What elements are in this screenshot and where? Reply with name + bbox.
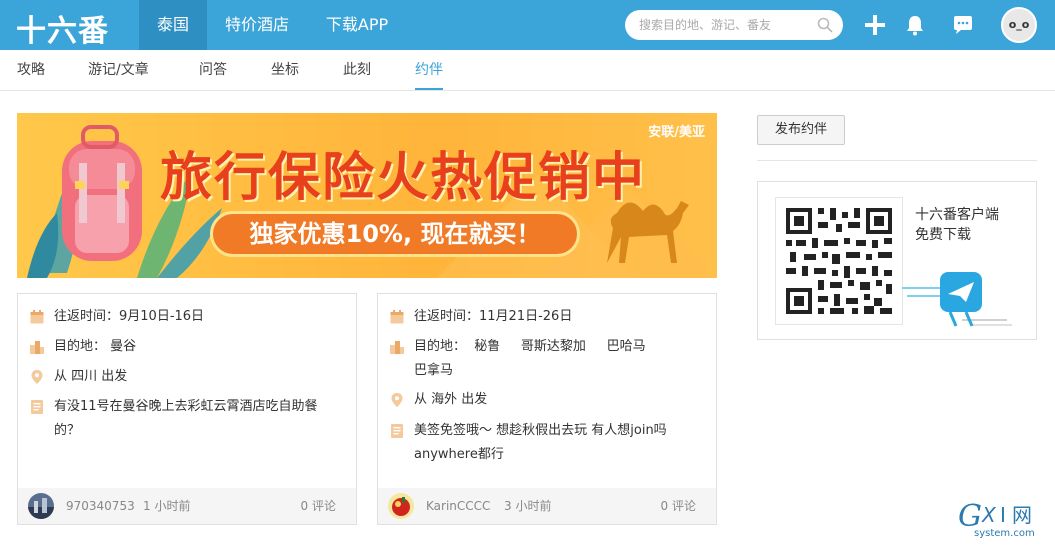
subnav-coordinates[interactable]: 坐标: [271, 50, 299, 90]
banner-subtitle: 独家优惠10%, 现在就买！: [249, 220, 541, 248]
nav-item-thailand[interactable]: 泰国: [139, 0, 207, 50]
app-download-box: 十六番客户端 免费下载: [757, 181, 1037, 340]
insurance-promo-banner[interactable]: 安联/美亚 旅行保险火热促销中 独家优惠10%, 现在就买！: [17, 113, 717, 278]
card-destination: 目的地： 曼谷: [54, 339, 137, 354]
app-qr-code[interactable]: [775, 197, 903, 325]
note-icon: [391, 424, 403, 438]
site-watermark: G X I 网 system.com: [958, 496, 1053, 541]
svg-text:网: 网: [1012, 503, 1032, 527]
subnav-travelogues[interactable]: 游记/文章: [88, 50, 149, 90]
subnav-qa[interactable]: 问答: [199, 50, 227, 90]
card-footer: 970340753 1 小时前 0 评论: [18, 488, 356, 524]
subnav-moments[interactable]: 此刻: [343, 50, 371, 90]
svg-text:X: X: [981, 503, 997, 527]
note-icon: [31, 400, 43, 414]
post-time: 1 小时前: [143, 499, 191, 513]
svg-text:system.com: system.com: [974, 528, 1035, 539]
poster-avatar[interactable]: [388, 493, 414, 519]
nav-item-special-hotels[interactable]: 特价酒店: [215, 0, 299, 50]
publish-travel-buddy-button[interactable]: 发布约伴: [757, 115, 845, 145]
nav-item-download-app[interactable]: 下载APP: [314, 0, 400, 50]
card-description-cont: 的？: [54, 423, 81, 438]
card-date: 往返时间：11月21日-26日: [414, 309, 573, 324]
search-icon[interactable]: [817, 17, 833, 33]
card-destination-cont: 巴拿马: [414, 363, 454, 378]
card-footer: KarinCCCC 3 小时前 0 评论: [378, 488, 716, 524]
building-icon: [390, 341, 404, 354]
card-destination: 目的地： 秘鲁 哥斯达黎加 巴哈马: [414, 339, 646, 354]
location-pin-icon: [391, 393, 403, 407]
site-logo[interactable]: 十六番: [16, 6, 109, 50]
travel-buddy-card[interactable]: 往返时间：11月21日-26日 目的地： 秘鲁 哥斯达黎加 巴哈马 巴拿马 从 …: [377, 293, 717, 525]
plus-icon[interactable]: [863, 13, 887, 37]
card-origin: 从 海外 出发: [414, 392, 488, 407]
poster-avatar[interactable]: [28, 493, 54, 519]
comment-count[interactable]: 0 评论: [301, 488, 336, 524]
user-avatar[interactable]: o_o: [1001, 7, 1037, 43]
subnav-guides[interactable]: 攻略: [17, 50, 45, 90]
svg-text:I: I: [1000, 503, 1006, 527]
calendar-icon: [390, 310, 404, 324]
bell-icon[interactable]: [903, 13, 927, 37]
post-time: 3 小时前: [504, 499, 552, 513]
sidebar-divider: [757, 160, 1037, 161]
qr-code-image: [776, 198, 902, 324]
subnav-travel-buddy[interactable]: 约伴: [415, 50, 443, 90]
top-navigation-bar: 十六番 泰国 特价酒店 下载APP o_o: [0, 0, 1055, 50]
sub-navigation: 攻略 游记/文章 问答 坐标 此刻 约伴: [0, 50, 1055, 91]
travel-buddy-card[interactable]: 往返时间：9月10日-16日 目的地： 曼谷 从 四川 出发 有没11号在曼谷晚…: [17, 293, 357, 525]
banner-title: 旅行保险火热促销中: [160, 148, 647, 208]
poster-username[interactable]: KarinCCCC: [426, 488, 490, 524]
card-date: 往返时间：9月10日-16日: [54, 309, 205, 324]
calendar-icon: [30, 310, 44, 324]
banner-cta-pill[interactable]: 独家优惠10%, 现在就买！: [210, 211, 580, 257]
comment-count[interactable]: 0 评论: [661, 488, 696, 524]
app-download-icon[interactable]: [902, 268, 1012, 328]
card-description-cont: anywhere都行: [414, 447, 504, 462]
app-free-download-label[interactable]: 免费下载: [915, 224, 971, 244]
search-box: [625, 10, 843, 40]
card-origin: 从 四川 出发: [54, 369, 128, 384]
app-client-label: 十六番客户端: [915, 207, 999, 223]
card-description: 美签免签哦～ 想趁秋假出去玩 有人想join吗: [414, 423, 667, 438]
location-pin-icon: [31, 370, 43, 384]
message-icon[interactable]: [951, 13, 975, 37]
search-input[interactable]: [639, 10, 814, 40]
card-description: 有没11号在曼谷晚上去彩虹云霄酒店吃自助餐: [54, 399, 318, 414]
banner-insurer-label: 安联/美亚: [648, 125, 705, 140]
poster-username[interactable]: 970340753: [66, 488, 135, 524]
building-icon: [30, 341, 44, 354]
